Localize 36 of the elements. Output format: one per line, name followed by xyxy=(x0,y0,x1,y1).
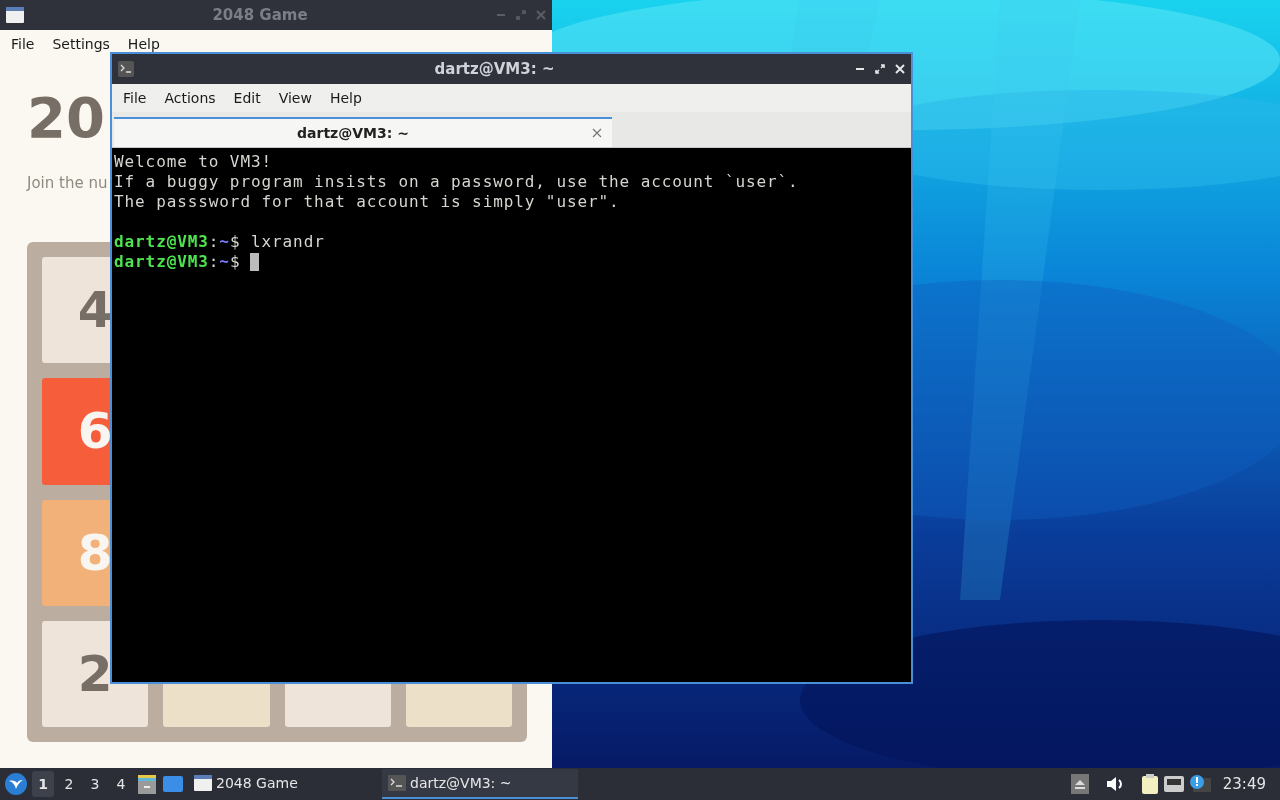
prompt-line: dartz@VM3:~$ lxrandr xyxy=(114,232,325,252)
terminal-icon[interactable] xyxy=(118,61,134,77)
menu-item[interactable]: Help xyxy=(120,34,167,54)
window-icon[interactable] xyxy=(162,774,184,794)
window-title: 2048 Game xyxy=(211,6,309,24)
output-line: Welcome to VM3! xyxy=(114,152,272,172)
workspace-button[interactable]: 4 xyxy=(110,771,132,797)
game-heading: 20 xyxy=(27,86,105,150)
terminal-icon xyxy=(388,775,406,791)
app-icon xyxy=(6,7,24,23)
task-button[interactable]: 2048 Game xyxy=(188,769,378,799)
output-line: The passsword for that account is simply "user". xyxy=(114,192,620,212)
file-cabinet-icon[interactable] xyxy=(136,773,158,795)
window-icon xyxy=(194,775,212,791)
workspace-button[interactable]: 1 xyxy=(32,771,54,797)
workspace-button[interactable]: 3 xyxy=(84,771,106,797)
menu-item[interactable]: File xyxy=(4,34,42,54)
bird-logo-icon[interactable] xyxy=(4,772,28,796)
notification-icon[interactable] xyxy=(1188,774,1211,794)
speaker-icon[interactable] xyxy=(1104,775,1125,793)
task-button[interactable]: dartz@VM3: ~ xyxy=(382,769,578,799)
network-icon[interactable] xyxy=(1162,775,1185,793)
window-title: dartz@VM3: ~ xyxy=(433,60,556,78)
terminal-tab[interactable]: dartz@VM3: ~ xyxy=(114,117,612,147)
output-line: If a buggy program insists on a password, use the account `user`. xyxy=(114,172,799,192)
eject-icon[interactable] xyxy=(1070,774,1089,794)
menu-item[interactable]: Actions xyxy=(157,88,223,108)
menu-item[interactable]: Settings xyxy=(45,34,117,54)
game-intro: Join the nu xyxy=(27,174,108,192)
menu-item[interactable]: File xyxy=(116,88,154,108)
menu-item[interactable]: View xyxy=(271,88,319,108)
menu-item[interactable]: Help xyxy=(322,88,369,108)
menu-item[interactable]: Edit xyxy=(226,88,268,108)
clock: 23:49 xyxy=(1222,775,1266,793)
clipboard-icon[interactable] xyxy=(1140,773,1159,795)
workspace-button[interactable]: 2 xyxy=(58,771,80,797)
